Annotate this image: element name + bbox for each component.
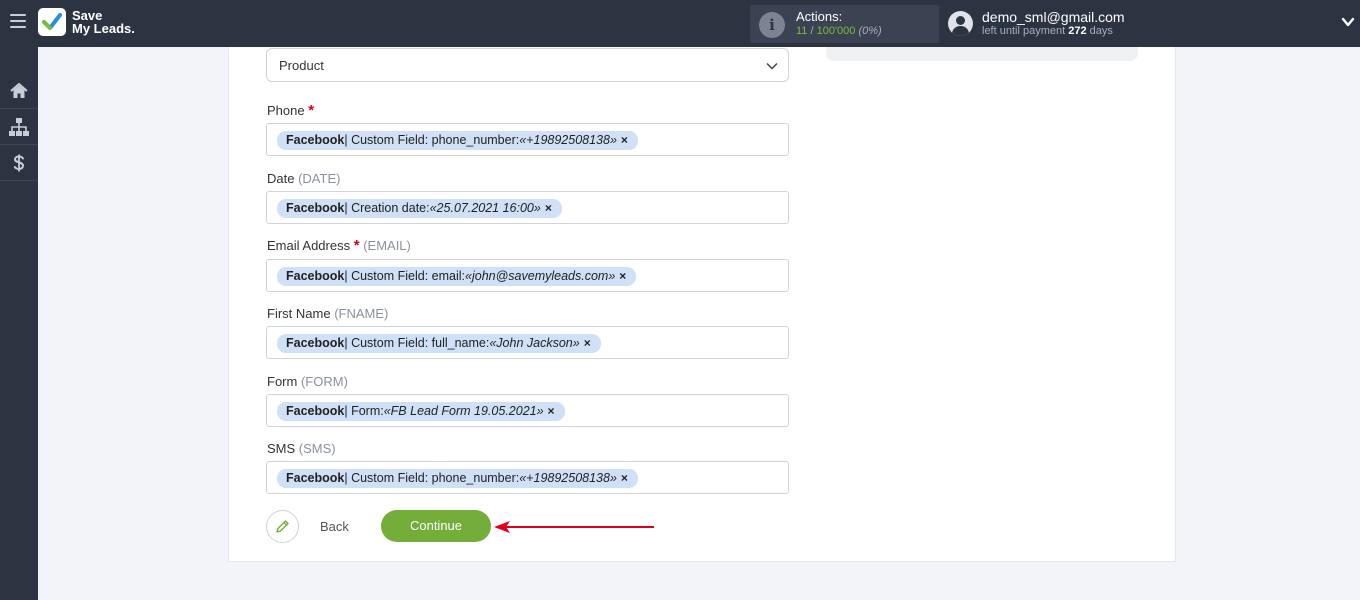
field-label-text: Date	[267, 171, 295, 186]
payment-prefix: left until payment	[982, 25, 1069, 37]
remove-tag-icon[interactable]: ×	[584, 334, 591, 353]
user-email[interactable]: demo_sml@gmail.com	[982, 9, 1125, 25]
field-label-sms: SMS (SMS)	[267, 441, 336, 456]
field-tag: Facebook | Custom Field: phone_number: «…	[277, 469, 638, 488]
form-field[interactable]: Facebook | Form: «FB Lead Form 19.05.202…	[266, 394, 789, 427]
tag-text: | Custom Field: phone_number:	[344, 133, 520, 147]
field-code: (EMAIL)	[363, 238, 411, 253]
field-code: (FORM)	[300, 374, 348, 389]
field-tag: Facebook | Custom Field: phone_number: «…	[277, 131, 638, 150]
field-tag: Facebook | Form: «FB Lead Form 19.05.202…	[277, 402, 565, 421]
field-label-first-name: First Name (FNAME)	[267, 306, 388, 321]
logo[interactable]: Save My Leads.	[38, 8, 135, 36]
actions-label: Actions:	[796, 9, 843, 24]
actions-separator: /	[807, 25, 817, 37]
required-mark: *	[353, 237, 360, 254]
user-avatar-icon[interactable]	[948, 11, 973, 36]
back-button[interactable]: Back	[266, 510, 349, 543]
tag-source: Facebook	[286, 336, 345, 350]
actions-counter: i Actions: 11 / 100'000 (0%)	[750, 5, 939, 43]
home-icon	[10, 82, 28, 98]
sitemap-icon	[9, 117, 29, 136]
select-value: Product	[279, 58, 324, 73]
back-label: Back	[320, 519, 349, 534]
chevron-down-icon[interactable]	[1341, 15, 1355, 29]
actions-used: 11	[796, 25, 808, 37]
actions-count: 11 / 100'000 (0%)	[796, 25, 882, 37]
remove-tag-icon[interactable]: ×	[621, 131, 628, 150]
date-field[interactable]: Facebook | Creation date: «25.07.2021 16…	[266, 191, 789, 224]
field-tag: Facebook | Creation date: «25.07.2021 16…	[277, 199, 562, 218]
top-bar: Save My Leads. i Actions: 11 / 100'000 (…	[0, 0, 1360, 47]
actions-total: 100'000	[816, 25, 856, 37]
red-arrow-annotation-icon	[494, 521, 654, 533]
payment-days: 272	[1068, 25, 1087, 37]
remove-tag-icon[interactable]: ×	[621, 469, 628, 488]
tag-text: | Custom Field: email:	[344, 269, 466, 283]
field-label-date: Date (DATE)	[267, 171, 340, 186]
tag-text: | Form:	[344, 404, 384, 418]
select-chevron-icon	[766, 62, 778, 70]
tag-value: «+19892508138»	[519, 133, 617, 147]
payment-suffix: days	[1086, 25, 1113, 37]
tag-value: «john@savemyleads.com»	[465, 269, 616, 283]
tag-text: | Custom Field: full_name:	[344, 336, 490, 350]
first-name-field[interactable]: Facebook | Custom Field: full_name: «Joh…	[266, 326, 789, 359]
remove-tag-icon[interactable]: ×	[545, 199, 552, 218]
field-label-text: First Name	[267, 306, 331, 321]
field-code: (FNAME)	[334, 306, 389, 321]
right-panel	[826, 47, 1138, 61]
product-select[interactable]: Product	[266, 48, 789, 82]
email-field[interactable]: Facebook | Custom Field: email: «john@sa…	[266, 259, 789, 292]
sidebar-item-billing[interactable]	[0, 145, 38, 181]
sidebar-item-home[interactable]	[0, 73, 38, 109]
field-label-phone: Phone *	[267, 102, 314, 119]
payment-status: left until payment 272 days	[982, 25, 1113, 37]
remove-tag-icon[interactable]: ×	[548, 402, 555, 421]
field-label-text: Phone	[267, 103, 305, 118]
field-tag: Facebook | Custom Field: email: «john@sa…	[277, 267, 637, 286]
pencil-icon	[266, 510, 299, 543]
tag-source: Facebook	[286, 201, 345, 215]
tag-source: Facebook	[286, 471, 345, 485]
tag-source: Facebook	[286, 133, 345, 147]
field-tag: Facebook | Custom Field: full_name: «Joh…	[277, 334, 601, 353]
field-label-text: Email Address	[267, 238, 351, 253]
tag-value: «John Jackson»	[489, 336, 580, 350]
hamburger-menu-icon[interactable]	[10, 14, 26, 32]
logo-line2: My Leads.	[72, 21, 135, 36]
field-code: (SMS)	[298, 441, 336, 456]
field-code: (DATE)	[298, 171, 341, 186]
tag-text: | Custom Field: phone_number:	[344, 471, 520, 485]
tag-value: «25.07.2021 16:00»	[429, 201, 541, 215]
logo-check-icon	[38, 8, 66, 36]
tag-value: «FB Lead Form 19.05.2021»	[383, 404, 544, 418]
field-label-email: Email Address * (EMAIL)	[267, 237, 411, 254]
sidebar-item-connections[interactable]	[0, 109, 38, 145]
tag-source: Facebook	[286, 269, 345, 283]
continue-button[interactable]: Continue	[381, 510, 491, 542]
required-mark: *	[308, 102, 315, 119]
actions-percent: (0%)	[858, 25, 882, 37]
sms-field[interactable]: Facebook | Custom Field: phone_number: «…	[266, 461, 789, 494]
field-label-text: SMS	[267, 441, 296, 456]
remove-tag-icon[interactable]: ×	[619, 267, 626, 286]
dollar-icon	[13, 154, 25, 171]
field-label-text: Form	[267, 374, 298, 389]
tag-value: «+19892508138»	[519, 471, 617, 485]
field-label-form: Form (FORM)	[267, 374, 348, 389]
info-icon[interactable]: i	[759, 12, 785, 38]
tag-source: Facebook	[286, 404, 345, 418]
sidebar	[0, 47, 38, 600]
tag-text: | Creation date:	[344, 201, 430, 215]
phone-field[interactable]: Facebook | Custom Field: phone_number: «…	[266, 123, 789, 156]
